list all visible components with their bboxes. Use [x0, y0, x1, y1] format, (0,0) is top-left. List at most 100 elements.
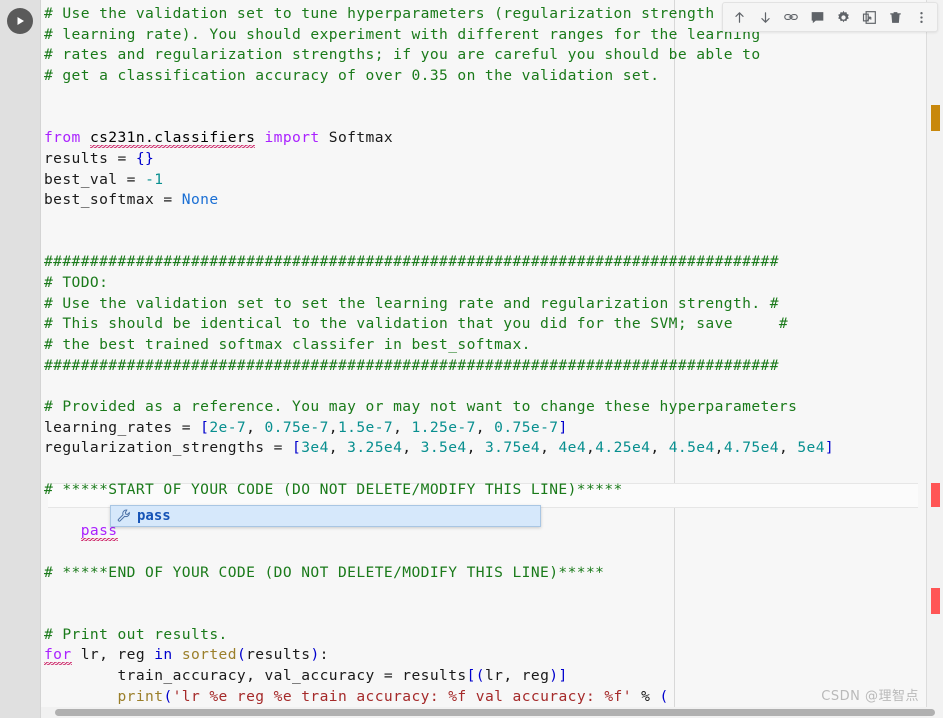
code-line[interactable]: ########################################…	[44, 252, 834, 273]
comment-icon	[811, 11, 823, 23]
code-token: 3.25e4	[347, 439, 403, 457]
arrow-down-icon	[760, 11, 770, 23]
code-token: # get a classification accuracy of over …	[44, 67, 660, 85]
code-token: 5e4	[797, 439, 825, 457]
error-marker-1[interactable]	[931, 483, 940, 507]
code-line[interactable]	[44, 604, 834, 625]
code-token: 3e4	[301, 439, 329, 457]
play-icon	[17, 17, 24, 25]
move-cell-up-button[interactable]	[727, 5, 751, 29]
delete-cell-button[interactable]	[883, 5, 907, 29]
code-line[interactable]: # This should be identical to the valida…	[44, 314, 834, 335]
code-token: (	[659, 687, 669, 705]
code-line[interactable]: from cs231n.classifiers import Softmax	[44, 128, 834, 149]
code-token: learning_rates =	[44, 418, 201, 436]
code-token: ,	[466, 439, 485, 457]
code-token: 4.5e4	[668, 439, 715, 457]
code-line[interactable]: # *****END OF YOUR CODE (DO NOT DELETE/M…	[44, 563, 834, 584]
horizontal-scrollbar[interactable]	[41, 707, 935, 718]
comment-button[interactable]	[805, 5, 829, 29]
settings-button[interactable]	[831, 5, 855, 29]
code-token: # the best trained softmax classifer in …	[44, 336, 531, 353]
trash-icon	[889, 11, 901, 23]
error-marker-2[interactable]	[931, 588, 940, 614]
horizontal-scrollbar-thumb[interactable]	[55, 709, 935, 716]
wrench-icon	[117, 509, 130, 522]
code-line[interactable]: # learning rate). You should experiment …	[44, 25, 834, 46]
code-line[interactable]	[44, 583, 834, 604]
code-token: ]	[824, 439, 835, 457]
autocomplete-popup[interactable]: pass	[110, 505, 541, 527]
code-line[interactable]: # TODO:	[44, 273, 834, 294]
code-token: )]	[549, 667, 568, 684]
code-line[interactable]: regularization_strengths = [3e4, 3.25e4,…	[44, 438, 834, 459]
code-line[interactable]: # the best trained softmax classifer in …	[44, 335, 834, 356]
gear-icon	[837, 10, 849, 22]
code-token: ,	[714, 439, 724, 457]
code-token: best_val =	[44, 170, 146, 188]
code-line[interactable]	[44, 107, 834, 128]
code-editor-window: # Use the validation set to tune hyperpa…	[0, 0, 943, 718]
code-token: ########################################…	[44, 356, 779, 374]
code-line[interactable]: # rates and regularization strengths; if…	[44, 45, 834, 66]
code-line[interactable]: learning_rates = [2e-7, 0.75e-7,1.5e-7, …	[44, 418, 834, 439]
more-vertical-icon	[919, 11, 923, 23]
code-line[interactable]: ########################################…	[44, 356, 834, 377]
code-token: ,	[393, 418, 412, 436]
code-line[interactable]: results = {}	[44, 149, 834, 170]
code-token: 3.75e4	[484, 439, 541, 457]
code-token: [(	[466, 667, 485, 684]
code-token: # This should be identical to the valida…	[44, 315, 789, 333]
autocomplete-item-label[interactable]: pass	[137, 508, 171, 524]
code-line[interactable]: # Provided as a reference. You may or ma…	[44, 397, 834, 418]
link-cell-button[interactable]	[779, 5, 803, 29]
code-token: (	[236, 646, 247, 664]
warning-marker[interactable]	[931, 105, 940, 131]
code-line[interactable]	[44, 542, 834, 563]
code-token: ,	[586, 439, 596, 457]
link-icon	[784, 14, 798, 20]
code-token: 0.75e-7	[494, 418, 559, 436]
code-token: print	[117, 687, 164, 705]
marker-rail[interactable]	[926, 0, 943, 718]
code-line[interactable]: # Print out results.	[44, 625, 834, 646]
popout-button[interactable]	[857, 5, 881, 29]
code-line[interactable]: best_softmax = None	[44, 190, 834, 211]
code-line[interactable]: # *****START OF YOUR CODE (DO NOT DELETE…	[44, 480, 834, 501]
code-token: # rates and regularization strengths; if…	[44, 46, 761, 64]
cell-toolbar[interactable]	[722, 2, 938, 32]
code-token: train_accuracy, val_accuracy = results	[44, 667, 467, 684]
code-token: -1	[145, 170, 164, 188]
code-token: 4.25e4	[595, 439, 651, 457]
code-line[interactable]: print('lr %e reg %e train accuracy: %f v…	[44, 687, 834, 708]
code-token: sorted	[181, 646, 237, 664]
code-line[interactable]: train_accuracy, val_accuracy = results[(…	[44, 666, 834, 687]
code-line[interactable]: # Use the validation set to tune hyperpa…	[44, 4, 834, 25]
code-token: None	[181, 191, 219, 209]
code-line[interactable]: for lr, reg in sorted(results):	[44, 645, 834, 666]
code-token: lr, reg	[484, 667, 550, 684]
code-token: regularization_strengths =	[44, 439, 293, 457]
code-line[interactable]	[44, 232, 834, 253]
code-token: ,	[475, 418, 495, 436]
code-line[interactable]	[44, 376, 834, 397]
move-cell-down-button[interactable]	[753, 5, 777, 29]
code-content[interactable]: # Use the validation set to tune hyperpa…	[41, 0, 834, 718]
code-line[interactable]	[44, 87, 834, 108]
code-token: ,	[540, 439, 559, 457]
code-token: )	[310, 646, 320, 664]
code-token: cs231n.classifiers	[89, 129, 256, 149]
run-cell-button[interactable]	[7, 8, 33, 34]
code-line[interactable]: # get a classification accuracy of over …	[44, 66, 834, 87]
code-line[interactable]: best_val = -1	[44, 170, 834, 191]
more-options-button[interactable]	[909, 5, 933, 29]
code-token: ,	[778, 439, 798, 457]
code-token: ,	[246, 418, 265, 436]
code-token: ,	[328, 418, 338, 436]
code-token: 2e-7	[209, 418, 247, 436]
code-line[interactable]: # Use the validation set to set the lear…	[44, 294, 834, 315]
code-line[interactable]	[44, 211, 834, 232]
code-line[interactable]	[44, 459, 834, 480]
code-editor-surface[interactable]: # Use the validation set to tune hyperpa…	[41, 0, 943, 718]
